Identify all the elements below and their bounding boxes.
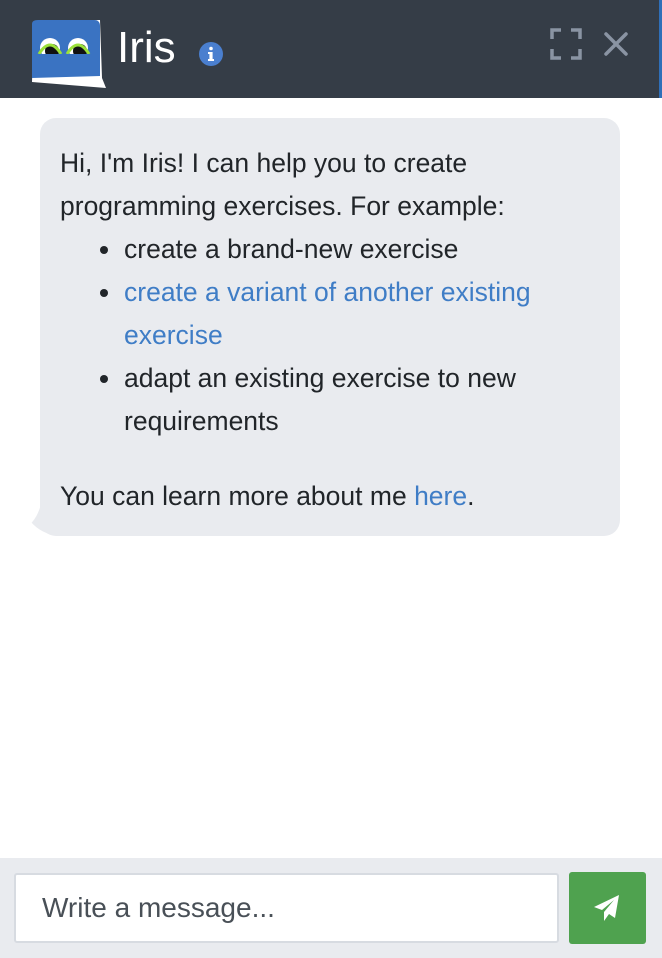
list-item: create a brand-new exercise [100,228,600,271]
list-item[interactable]: create a variant of another existing exe… [100,271,600,357]
info-icon[interactable] [198,41,224,67]
expand-icon[interactable] [550,28,582,60]
example-brand-new: create a brand-new exercise [124,234,459,264]
list-item: adapt an existing exercise to new requir… [100,357,600,443]
example-list: create a brand-new exercise create a var… [100,228,600,443]
paper-plane-icon [594,895,619,921]
learn-more-prefix: You can learn more about me [60,481,415,511]
example-adapt: adapt an existing exercise to new requir… [124,363,516,436]
learn-more-suffix: . [467,481,475,511]
message-input[interactable] [14,873,559,943]
iris-logo-icon [32,20,106,88]
chat-title: Iris [117,23,176,72]
chat-header: Iris [0,0,662,98]
close-icon[interactable] [602,30,630,58]
message-intro: Hi, I'm Iris! I can help you to create p… [60,148,505,221]
learn-more-link[interactable]: here [414,481,467,511]
iris-message-bubble: Hi, I'm Iris! I can help you to create p… [40,118,620,536]
example-variant-link[interactable]: create a variant of another existing exe… [124,277,531,350]
learn-more-text: You can learn more about me here. [60,475,600,518]
send-button[interactable] [569,872,646,944]
composer-bar [0,858,662,958]
